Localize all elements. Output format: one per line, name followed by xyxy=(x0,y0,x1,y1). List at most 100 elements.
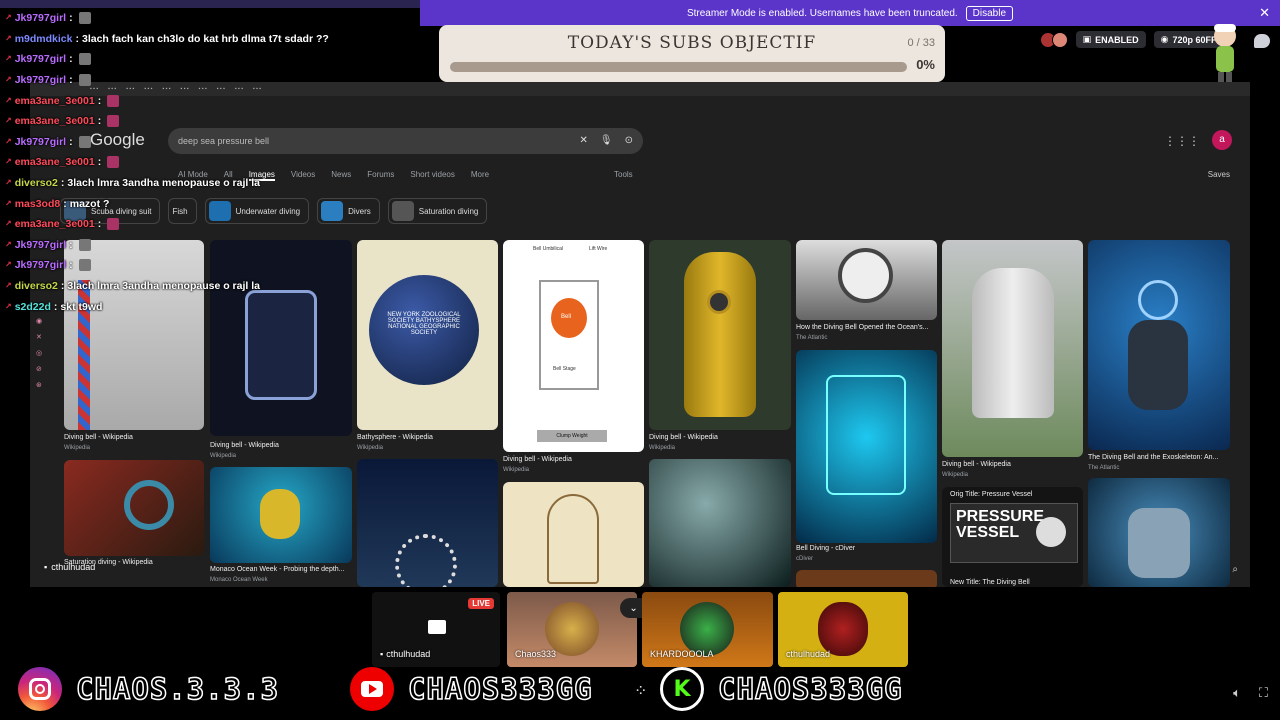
side-icon[interactable]: ⊘ xyxy=(36,365,42,373)
chat-separator: : xyxy=(69,74,73,87)
chat-separator: : xyxy=(53,300,58,313)
result-caption[interactable]: Diving bell - Wikipedia xyxy=(649,434,718,441)
result-caption[interactable]: Diving bell - Wikipedia xyxy=(210,442,279,449)
result-caption[interactable]: Bell Diving - cDiver xyxy=(796,545,855,552)
chat-username[interactable]: mas3od8 xyxy=(15,194,61,214)
monitor-icon xyxy=(428,620,446,634)
result-image[interactable] xyxy=(649,459,791,587)
result-image[interactable] xyxy=(210,467,352,563)
result-image[interactable] xyxy=(796,240,937,320)
diagram-label-clump: Clump Weight xyxy=(537,430,607,442)
side-icon[interactable]: ◉ xyxy=(36,317,42,325)
chat-username[interactable]: m9dmdkick xyxy=(15,29,73,49)
chat-message: ↗ Jk9797girl : xyxy=(0,70,420,91)
tools-button[interactable]: Tools xyxy=(614,170,633,179)
side-icon[interactable]: ◎ xyxy=(36,349,42,357)
chat-username[interactable]: s2d22d xyxy=(15,297,51,317)
result-image[interactable] xyxy=(1088,478,1230,587)
account-avatar[interactable]: a xyxy=(1212,130,1232,150)
chat-bubble-icon[interactable] xyxy=(1254,34,1270,48)
result-source: cDiver xyxy=(796,556,814,562)
result-image[interactable] xyxy=(357,459,498,587)
result-image[interactable]: Bell Umbilical Lift Wire Bell Bell Stage… xyxy=(503,240,644,452)
chat-username[interactable]: ema3ane_3e001 xyxy=(15,111,95,131)
result-image[interactable] xyxy=(503,482,644,587)
chat-top-bar xyxy=(0,0,420,8)
chat-username[interactable]: Jk9797girl xyxy=(15,49,66,69)
youtube-handle: CHAOS333GG xyxy=(407,671,593,707)
chat-username[interactable]: Jk9797girl xyxy=(15,235,66,255)
cam-label: cthulhudad xyxy=(786,649,830,659)
x-icon[interactable]: ✕ xyxy=(36,333,42,341)
avatar xyxy=(818,602,868,656)
clear-icon[interactable]: ✕ xyxy=(580,135,588,146)
chat-username[interactable]: diverso2 xyxy=(15,276,58,296)
result-image[interactable] xyxy=(64,460,204,556)
lens-icon[interactable]: ⊙ xyxy=(625,135,633,146)
result-image[interactable] xyxy=(796,350,937,543)
chat-message: ↗ Jk9797girl : xyxy=(0,49,420,70)
result-image[interactable] xyxy=(649,240,791,430)
cam-name: Chaos333 xyxy=(515,649,557,659)
enabled-toggle[interactable]: ▣ ENABLED xyxy=(1075,31,1146,48)
result-caption[interactable]: Bathysphere - Wikipedia xyxy=(357,434,433,441)
chat-message: ↗ Jk9797girl : xyxy=(0,132,420,153)
cam-name: cthulhudad xyxy=(786,649,831,659)
chat-username[interactable]: Jk9797girl xyxy=(15,132,66,152)
result-image[interactable]: Orig Title: Pressure Vessel PRESSURE VES… xyxy=(942,487,1083,587)
fullscreen-icon[interactable]: ⛶ xyxy=(1259,685,1268,701)
emote-icon xyxy=(107,218,120,231)
zoom-icon[interactable]: ⌕ xyxy=(1232,564,1238,575)
player-controls: 🔈︎ ⛶ xyxy=(1233,685,1268,701)
chevron-down-icon[interactable]: ⌄ xyxy=(629,603,637,614)
chat-message: ↗ mas3od8 : mazot ? xyxy=(0,193,420,214)
chat-username[interactable]: ema3ane_3e001 xyxy=(15,152,95,172)
pressure-vessel-text: PRESSURE VESSEL xyxy=(956,508,1045,541)
result-caption[interactable]: Diving bell - Wikipedia xyxy=(503,456,572,463)
result-caption[interactable]: Diving bell - Wikipedia xyxy=(64,434,133,441)
chat-username[interactable]: Jk9797girl xyxy=(15,8,66,28)
role-icon: ↗ xyxy=(5,33,12,43)
streamer-mode-banner: Streamer Mode is enabled. Usernames have… xyxy=(420,0,1280,26)
result-caption[interactable]: The Diving Bell and the Exoskeleton: An.… xyxy=(1088,454,1218,461)
result-caption[interactable]: Diving bell - Wikipedia xyxy=(942,461,1011,468)
side-icon[interactable]: ⊛ xyxy=(36,381,42,389)
diagram-label-umbilical: Bell Umbilical xyxy=(533,246,564,252)
chat-username[interactable]: ema3ane_3e001 xyxy=(15,91,95,111)
mic-icon[interactable]: 🎙︎ xyxy=(600,135,613,146)
signal-icon: ◉ xyxy=(1160,34,1169,44)
emote-icon xyxy=(107,115,120,128)
chat-separator: : xyxy=(97,218,102,231)
result-image[interactable] xyxy=(942,240,1083,457)
instagram-social: CHAOS.3.3.3 xyxy=(18,667,279,711)
result-source: Wikipedia xyxy=(210,453,237,459)
emote-icon xyxy=(78,12,91,25)
role-icon: ↗ xyxy=(5,116,12,126)
chat-message: ↗ diverso2 :3lach lmra 3andha menopause o… xyxy=(0,276,420,297)
tab-more[interactable]: More xyxy=(471,170,489,181)
volume-icon[interactable]: 🔈︎ xyxy=(1233,685,1241,701)
emote-icon xyxy=(107,94,120,107)
result-image[interactable] xyxy=(1088,240,1230,450)
disable-button[interactable]: Disable xyxy=(965,5,1014,21)
role-icon: ↗ xyxy=(5,219,12,229)
webcam-tile[interactable]: KHARDOOOLA xyxy=(642,592,773,667)
result-image[interactable] xyxy=(796,570,937,587)
chat-username[interactable]: Jk9797girl xyxy=(15,70,66,90)
chat-username[interactable]: diverso2 xyxy=(15,173,58,193)
saves-button[interactable]: Saves xyxy=(1208,170,1230,179)
cam-name: KHARDOOOLA xyxy=(650,649,714,659)
screen-share-tile[interactable]: LIVE ▪ cthulhudad xyxy=(372,592,500,667)
subs-objective-widget: TODAY'S SUBS OBJECTIF 0 / 33 0% xyxy=(439,25,945,82)
webcam-tile[interactable]: Chaos333 xyxy=(507,592,637,667)
close-icon[interactable]: ✕ xyxy=(1259,5,1270,21)
diagram-label-lift: Lift Wire xyxy=(589,246,608,252)
chat-username[interactable]: Jk9797girl xyxy=(15,255,66,275)
result-caption[interactable]: How the Diving Bell Opened the Ocean's..… xyxy=(796,324,928,331)
result-source: Wikipedia xyxy=(503,467,530,473)
webcam-tile[interactable]: cthulhudad xyxy=(778,592,908,667)
result-caption[interactable]: Monaco Ocean Week - Probing the depth... xyxy=(210,566,345,573)
chat-separator: : xyxy=(69,135,73,148)
chat-username[interactable]: ema3ane_3e001 xyxy=(15,214,95,234)
apps-grid-icon[interactable]: ⋮⋮⋮ xyxy=(1164,134,1200,148)
